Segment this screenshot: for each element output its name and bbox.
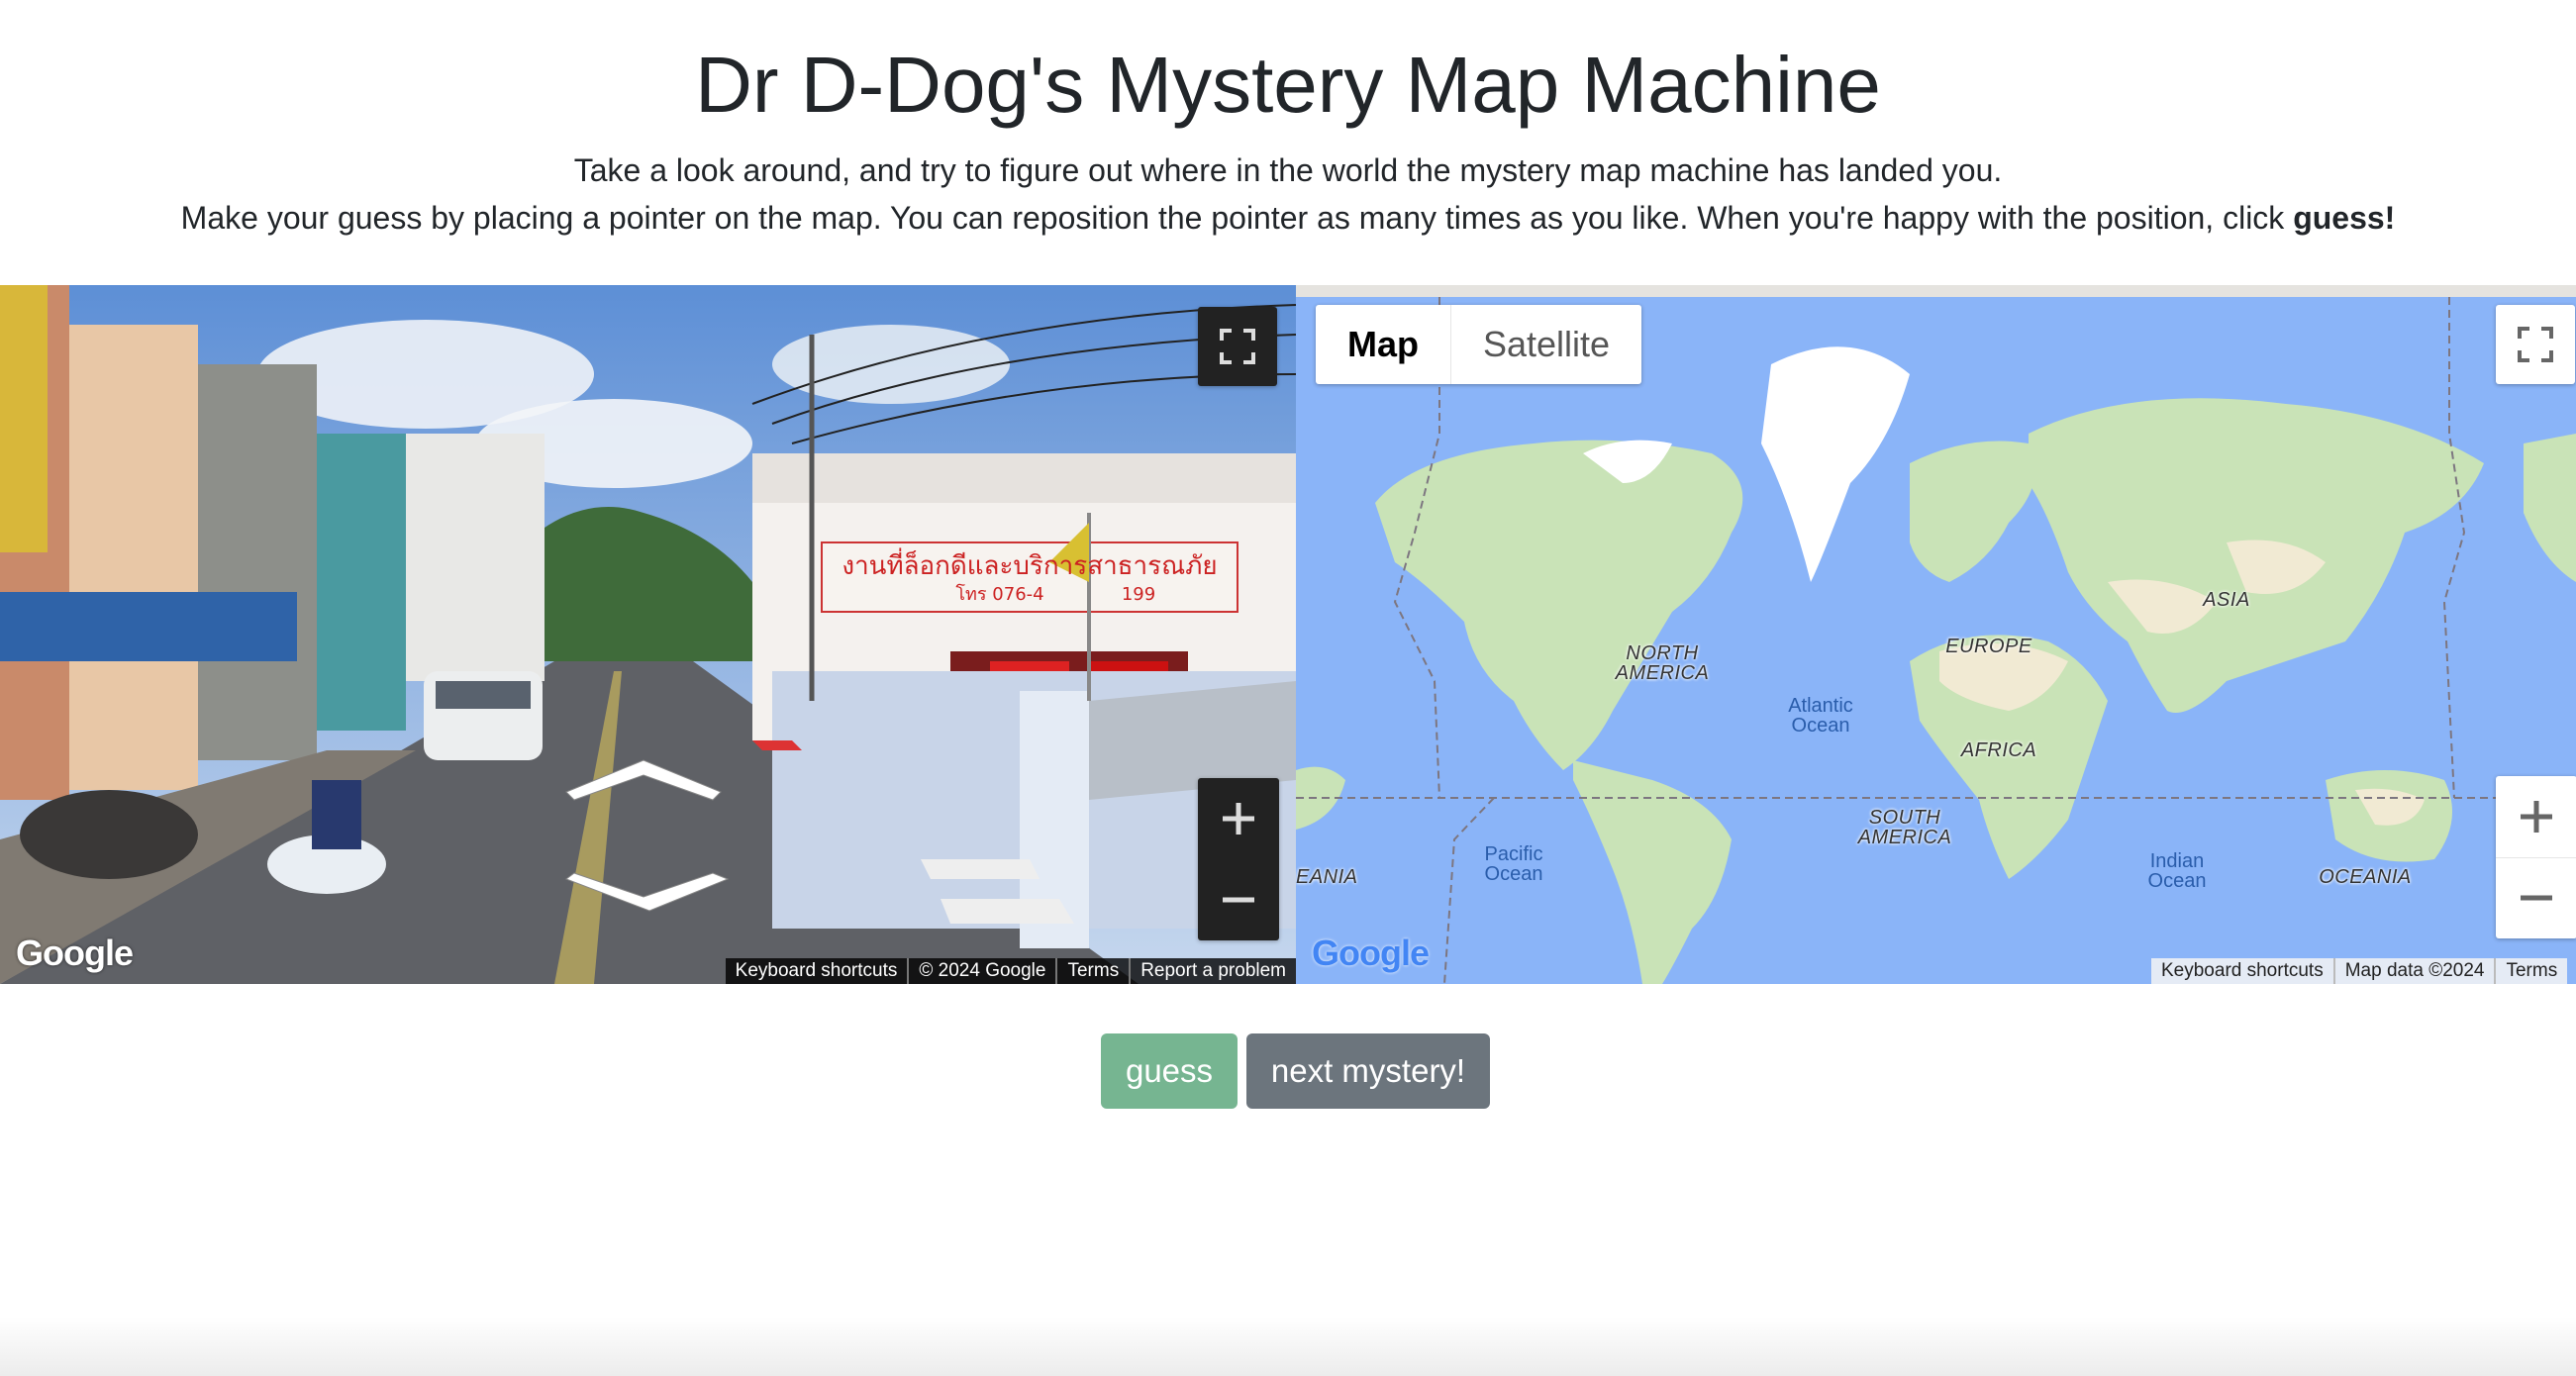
fullscreen-icon bbox=[2518, 327, 2553, 362]
map-zoom-in-button[interactable] bbox=[2496, 776, 2576, 858]
label-south-america: SOUTH AMERICA bbox=[1857, 807, 1952, 848]
street-zoom-in-button[interactable] bbox=[1198, 778, 1279, 859]
map-zoom-control bbox=[2496, 776, 2576, 938]
fullscreen-icon bbox=[1220, 329, 1255, 364]
zoom-in-icon bbox=[2521, 801, 2552, 833]
street-fullscreen-button[interactable] bbox=[1198, 307, 1277, 386]
map-type-control: Map Satellite bbox=[1316, 305, 1642, 384]
next-mystery-button[interactable]: next mystery! bbox=[1246, 1033, 1490, 1109]
street-zoom-out-button[interactable] bbox=[1198, 859, 1279, 940]
guess-button[interactable]: guess bbox=[1101, 1033, 1238, 1109]
map-zoom-out-button[interactable] bbox=[2496, 857, 2576, 938]
street-sign-phone: โทร 076-4 bbox=[955, 583, 1043, 605]
map-data-credit: Map data ©2024 bbox=[2332, 958, 2495, 984]
label-europe: EUROPE bbox=[1945, 636, 2032, 657]
street-zoom-control bbox=[1198, 778, 1279, 940]
intro-guess-emphasis: guess! bbox=[2293, 200, 2396, 236]
street-copyright: © 2024 Google bbox=[907, 958, 1055, 984]
zoom-out-icon bbox=[1223, 897, 1254, 903]
label-asia: ASIA bbox=[2203, 589, 2250, 611]
label-oceania: OCEANIA bbox=[2319, 866, 2412, 888]
map-attribution-bar: Keyboard shortcuts Map data ©2024 Terms bbox=[2151, 958, 2568, 984]
page-title: Dr D-Dog's Mystery Map Machine bbox=[695, 41, 1881, 129]
page-bottom-fade bbox=[0, 1317, 2576, 1376]
map-type-map-button[interactable]: Map bbox=[1316, 305, 1450, 384]
map-keyboard-shortcuts-link[interactable]: Keyboard shortcuts bbox=[2151, 958, 2333, 984]
street-view-panorama[interactable]: งานที่ล็อกดีและบริการสาธารณภัย โทร 076-4… bbox=[0, 285, 1296, 984]
label-oceania-edge: EANIA bbox=[1296, 866, 1358, 888]
zoom-out-icon bbox=[2521, 895, 2552, 901]
intro-line-2: Make your guess by placing a pointer on … bbox=[0, 194, 2576, 242]
street-attribution-bar: Keyboard shortcuts © 2024 Google Terms R… bbox=[725, 958, 1296, 984]
zoom-in-icon bbox=[1223, 803, 1254, 835]
street-sign-text: งานที่ล็อกดีและบริการสาธารณภัย bbox=[842, 547, 1217, 581]
label-north-america: NORTH AMERICA bbox=[1615, 642, 1710, 684]
guess-map[interactable]: NORTH AMERICA SOUTH AMERICA EUROPE AFRIC… bbox=[1296, 285, 2576, 984]
intro-line-2-text: Make your guess by placing a pointer on … bbox=[180, 200, 2294, 236]
map-type-satellite-button[interactable]: Satellite bbox=[1450, 305, 1641, 384]
street-report-problem-link[interactable]: Report a problem bbox=[1129, 958, 1296, 984]
map-google-logo: Google bbox=[1312, 933, 1430, 973]
label-pacific-ocean: Pacific Ocean bbox=[1484, 843, 1543, 885]
label-africa: AFRICA bbox=[1960, 739, 2037, 761]
street-keyboard-shortcuts-link[interactable]: Keyboard shortcuts bbox=[726, 958, 908, 984]
map-fullscreen-button[interactable] bbox=[2496, 305, 2575, 384]
street-google-logo: Google bbox=[16, 933, 134, 973]
intro-line-1: Take a look around, and try to figure ou… bbox=[573, 152, 2003, 188]
street-terms-link[interactable]: Terms bbox=[1055, 958, 1129, 984]
label-indian-ocean: Indian Ocean bbox=[2147, 850, 2207, 892]
street-sign-number: 199 bbox=[1122, 584, 1155, 605]
map-terms-link[interactable]: Terms bbox=[2494, 958, 2567, 984]
label-atlantic-ocean: Atlantic Ocean bbox=[1788, 695, 1853, 737]
street-view-scene[interactable]: งานที่ล็อกดีและบริการสาธารณภัย โทร 076-4… bbox=[0, 285, 1296, 984]
